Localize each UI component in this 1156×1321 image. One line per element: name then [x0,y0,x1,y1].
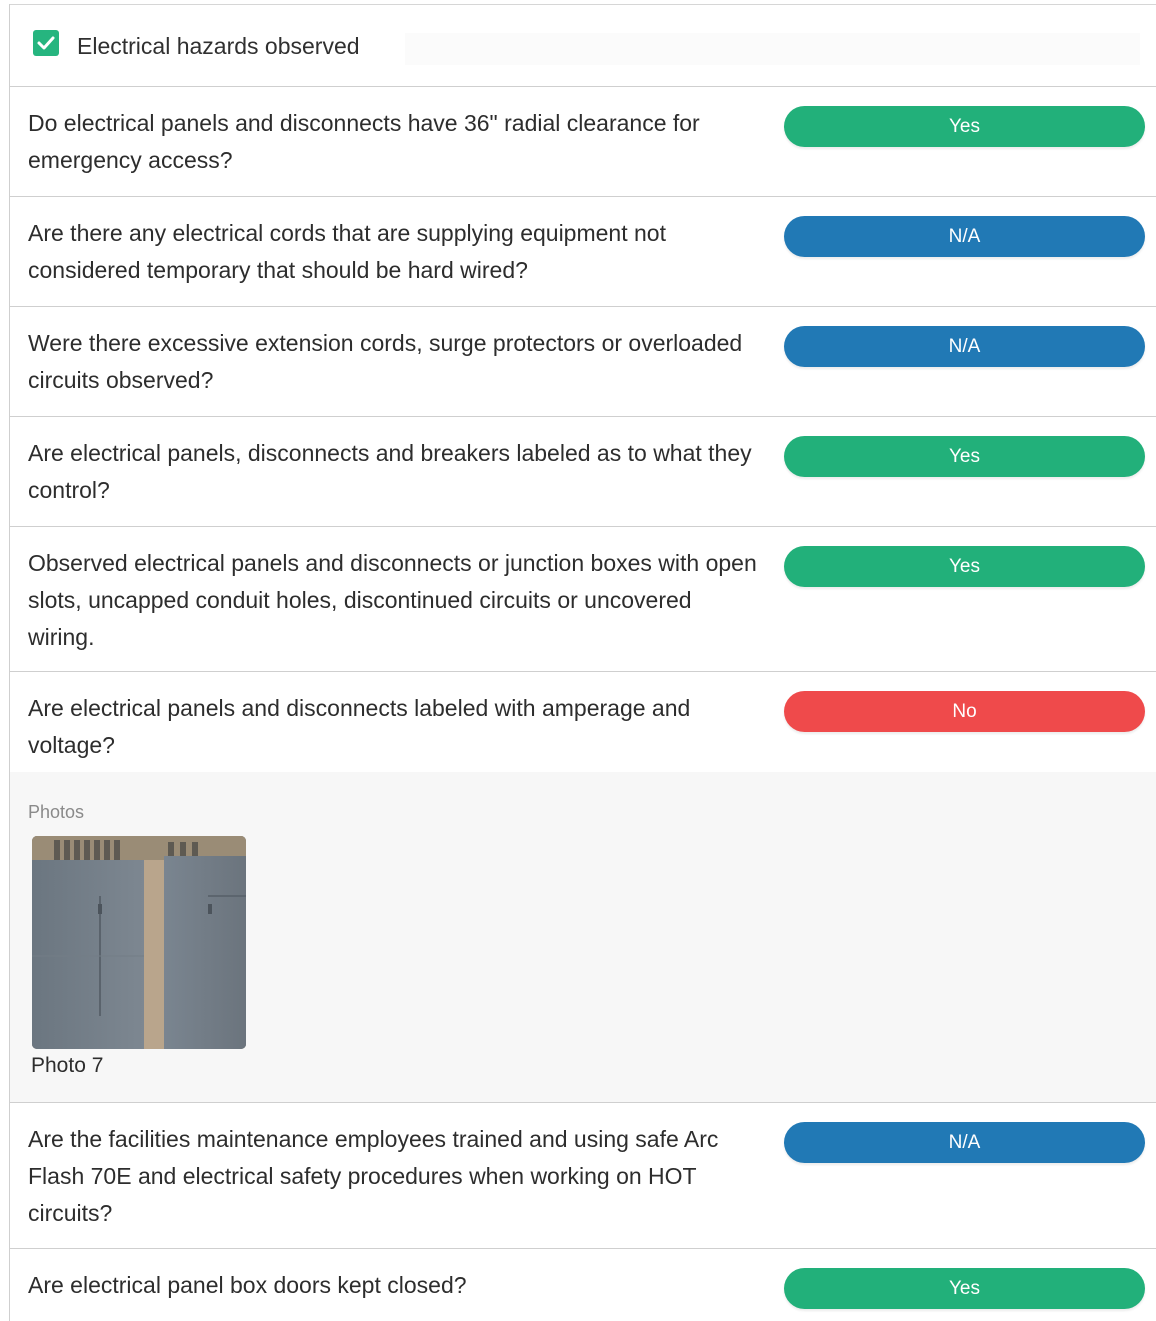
answer-button-yes[interactable]: Yes [784,436,1145,477]
answer-button-na[interactable]: N/A [784,1122,1145,1163]
question-row: Are electrical panels, disconnects and b… [10,417,1156,527]
answer-button-yes[interactable]: Yes [784,106,1145,147]
question-row: Observed electrical panels and disconnec… [10,527,1156,672]
electrical-panel-photo [32,836,246,1049]
question-row: Do electrical panels and disconnects hav… [10,87,1156,197]
section-title: Electrical hazards observed [77,33,360,59]
question-row: Are electrical panel box doors kept clos… [10,1249,1156,1321]
question-row: Are there any electrical cords that are … [10,197,1156,307]
checkmark-icon [37,36,55,50]
answer-button-no[interactable]: No [784,691,1145,732]
question-row: Are electrical panels and disconnects la… [10,672,1156,1103]
question-text: Are electrical panel box doors kept clos… [28,1272,467,1298]
question-row: Are the facilities maintenance employees… [10,1103,1156,1249]
question-text: Are electrical panels, disconnects and b… [28,440,752,503]
photo-caption: Photo 7 [31,1054,104,1077]
answer-button-yes[interactable]: Yes [784,1268,1145,1309]
question-text: Observed electrical panels and disconnec… [28,550,757,650]
question-text: Are there any electrical cords that are … [28,220,666,283]
question-text: Were there excessive extension cords, su… [28,330,743,393]
section-header: Electrical hazards observed [10,4,1156,87]
answer-button-na[interactable]: N/A [784,326,1145,367]
photos-section: Photos Photo 7 [10,772,1156,1102]
section-checkbox[interactable] [33,30,59,56]
question-text: Do electrical panels and disconnects hav… [28,110,700,173]
photos-label: Photos [28,802,85,822]
question-text: Are the facilities maintenance employees… [28,1126,719,1226]
question-row: Were there excessive extension cords, su… [10,307,1156,417]
answer-button-yes[interactable]: Yes [784,546,1145,587]
section-notes-field[interactable] [405,33,1140,65]
answer-button-na[interactable]: N/A [784,216,1145,257]
checklist-panel: Electrical hazards observed Do electrica… [9,4,1156,1321]
photo-thumbnail[interactable] [32,836,246,1049]
question-text: Are electrical panels and disconnects la… [28,695,691,758]
